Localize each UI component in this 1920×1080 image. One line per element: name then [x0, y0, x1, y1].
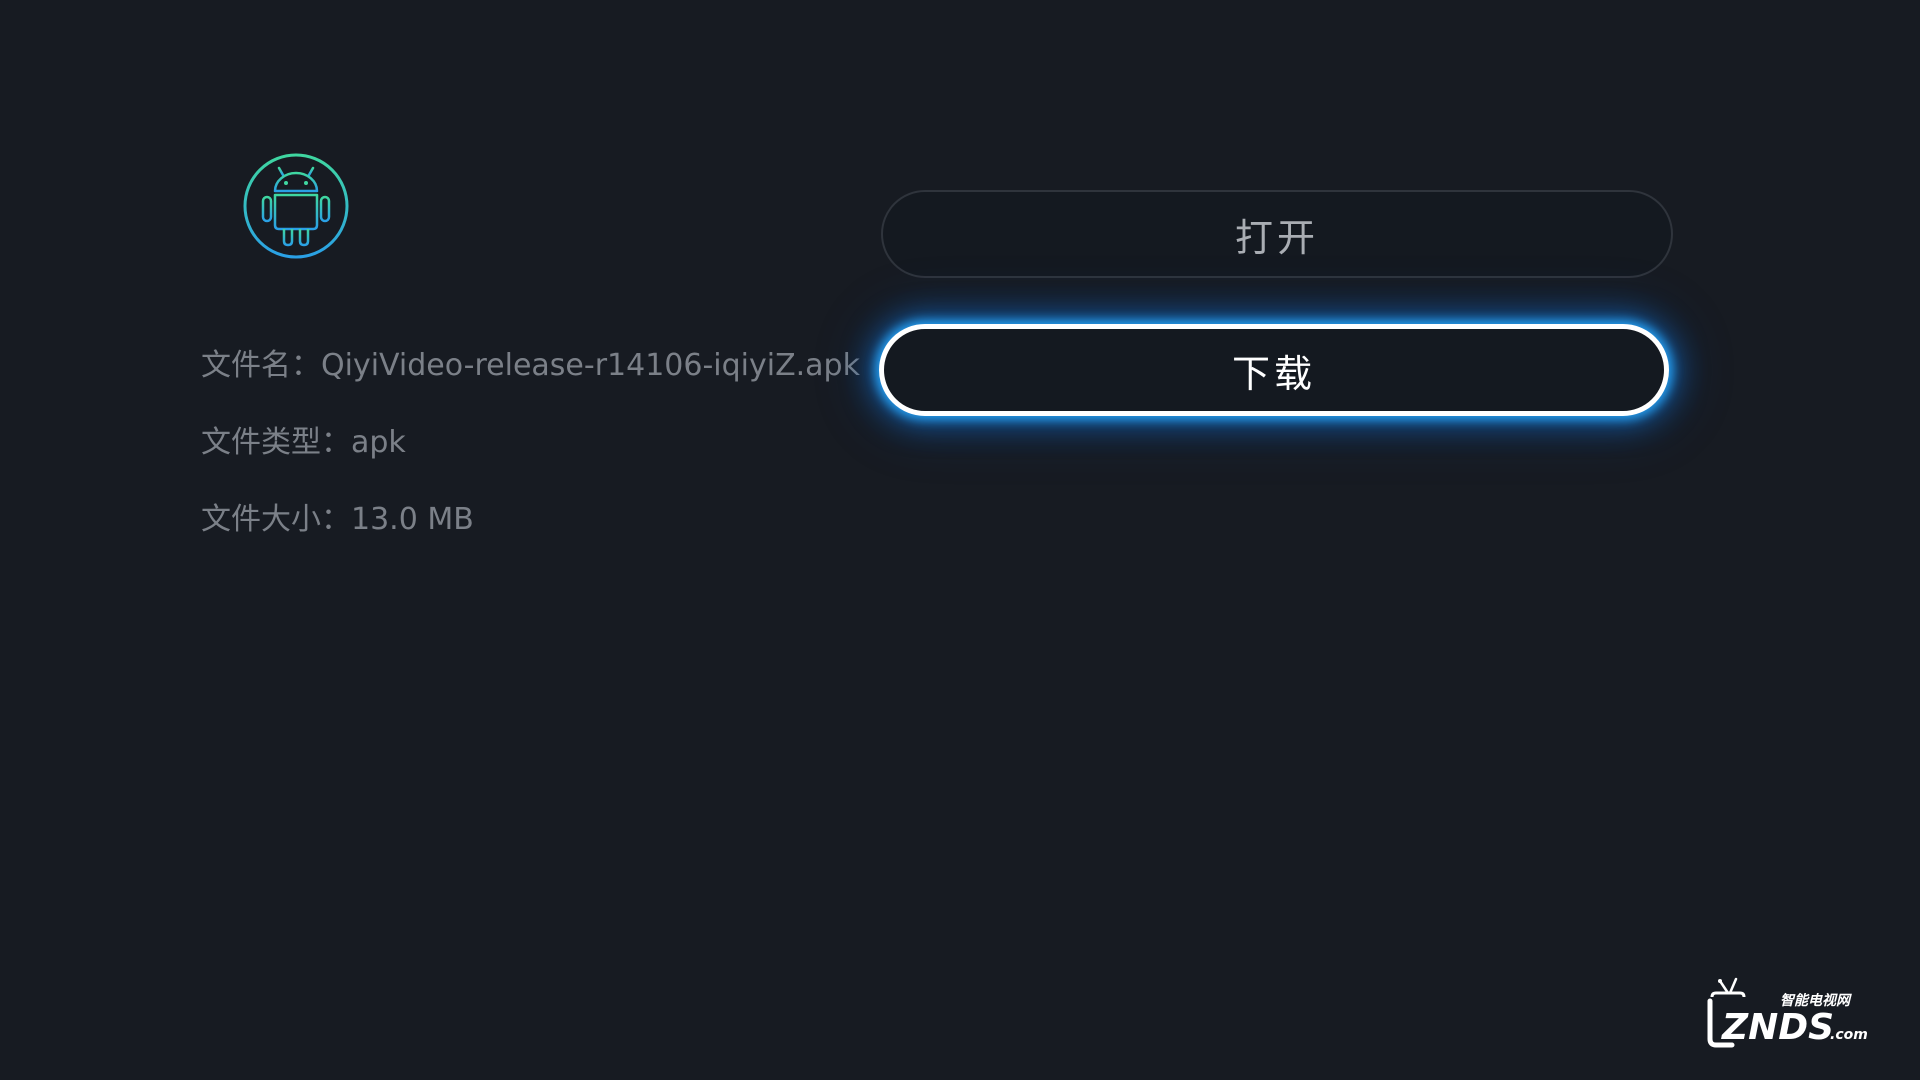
android-icon [243, 153, 349, 259]
download-button[interactable]: 下载 [879, 324, 1669, 416]
file-name-label: 文件名：QiyiVideo-release-r14106-iqiyiZ.apk [201, 348, 860, 383]
watermark-suffix: .com [1830, 1027, 1868, 1043]
open-button-label: 打开 [1234, 215, 1319, 260]
download-button-label: 下载 [1231, 351, 1316, 396]
file-type-label: 文件类型：apk [201, 425, 406, 460]
znds-logo: 智能电视网 ZNDS .com [1707, 977, 1868, 1048]
open-button[interactable]: 打开 [881, 190, 1673, 278]
installer-screen: 文件名：QiyiVideo-release-r14106-iqiyiZ.apk … [0, 0, 1920, 1080]
file-size-label: 文件大小：13.0 MB [201, 502, 474, 537]
watermark-title: ZNDS [1721, 1007, 1834, 1048]
